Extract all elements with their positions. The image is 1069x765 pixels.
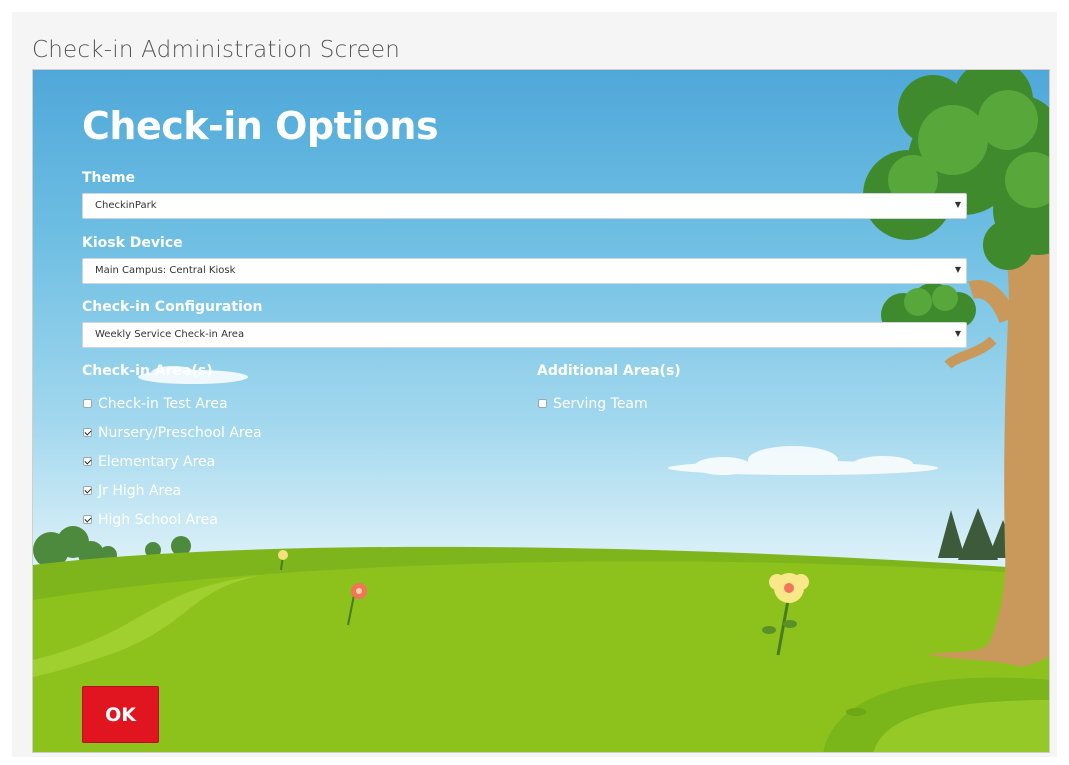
caret-down-icon: ▼	[954, 329, 961, 338]
kiosk-device-select-value: Main Campus: Central Kiosk	[95, 265, 236, 276]
checkin-configuration-select-value: Weekly Service Check-in Area	[95, 329, 245, 340]
checkbox-nursery-preschool-area[interactable]	[83, 428, 92, 437]
kiosk-device-select[interactable]: Main Campus: Central Kiosk ▼	[82, 258, 967, 284]
ok-button[interactable]: OK	[82, 686, 159, 743]
checkbox-high-school-area[interactable]	[83, 515, 92, 524]
theme-label: Theme	[82, 170, 136, 186]
caret-down-icon: ▼	[954, 200, 961, 209]
checkin-configuration-select[interactable]: Weekly Service Check-in Area ▼	[82, 322, 967, 348]
checkin-areas-heading: Check-in Area(s)	[82, 363, 213, 379]
checkbox-checkin-test-area[interactable]	[83, 399, 92, 408]
caret-down-icon: ▼	[954, 265, 961, 274]
theme-select-value: CheckinPark	[95, 200, 157, 211]
additional-areas-heading: Additional Area(s)	[537, 363, 681, 379]
checkbox-elementary-area[interactable]	[83, 457, 92, 466]
checkbox-serving-team[interactable]	[538, 399, 547, 408]
checkbox-label: Serving Team	[553, 396, 648, 412]
checkbox-label: Check-in Test Area	[98, 396, 228, 412]
checkin-park-scene: Check-in Options Theme CheckinPark ▼ Kio…	[32, 69, 1050, 753]
cloud-illustration	[138, 366, 938, 475]
page-title: Check-in Options	[82, 104, 439, 148]
checkbox-label: Elementary Area	[98, 454, 216, 470]
theme-select[interactable]: CheckinPark ▼	[82, 193, 967, 219]
kiosk-device-label: Kiosk Device	[82, 235, 183, 251]
checkin-configuration-label: Check-in Configuration	[82, 299, 263, 315]
checkbox-label: High School Area	[98, 512, 218, 528]
checkbox-jr-high-area[interactable]	[83, 486, 92, 495]
screen-caption: Check-in Administration Screen	[32, 37, 401, 63]
checkbox-label: Nursery/Preschool Area	[98, 425, 262, 441]
checkbox-label: Jr High Area	[98, 483, 182, 499]
